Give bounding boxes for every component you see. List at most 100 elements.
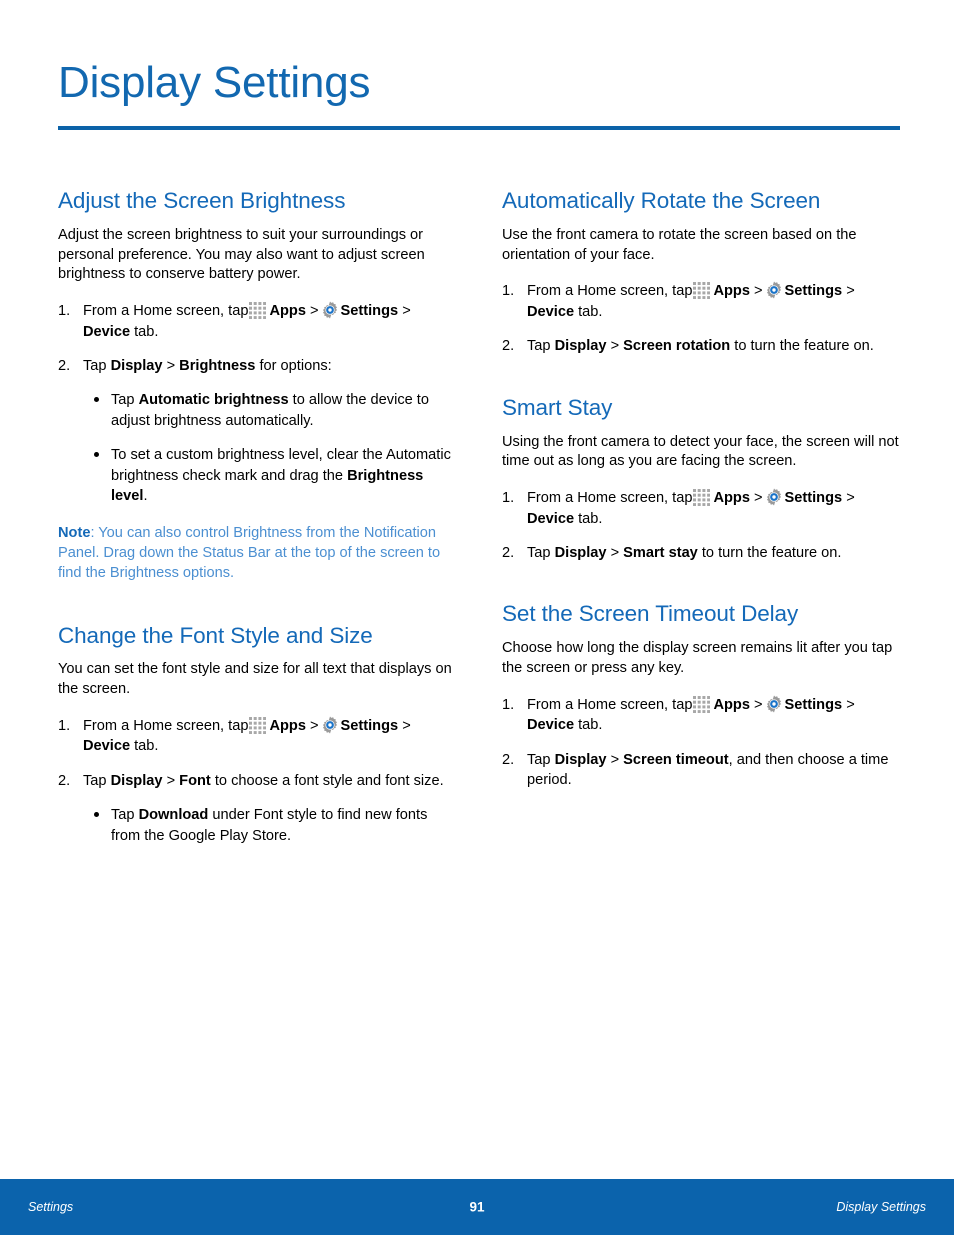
step-separator: > (610, 338, 620, 355)
bullet-list: Tap Automatic brightness to allow the de… (83, 390, 455, 506)
automatic-brightness-label: Automatic brightness (138, 392, 289, 409)
right-column: Automatically Rotate the Screen Use the … (502, 188, 899, 846)
section-set-the-screen-timeout-delay: Set the Screen Timeout Delay Choose how … (502, 601, 899, 790)
step-separator: > (310, 303, 319, 320)
step-separator: > (310, 717, 319, 734)
section-intro: Use the front camera to rotate the scree… (502, 226, 857, 263)
step-text: Tap (527, 751, 551, 768)
step-tail: to turn the feature on. (701, 544, 842, 561)
step-separator: > (166, 358, 176, 375)
footer-right-label: Display Settings (836, 1200, 926, 1214)
bullet-item: Tap Automatic brightness to allow the de… (94, 390, 455, 431)
section-automatically-rotate-the-screen: Automatically Rotate the Screen Use the … (502, 188, 899, 357)
step-tail: tab. (578, 717, 603, 734)
step-number: 1. (502, 490, 515, 507)
device-label: Device (527, 510, 575, 527)
step-text: Tap (527, 544, 551, 561)
smart-stay-label: Smart stay (623, 544, 698, 561)
step-number: 1. (58, 303, 71, 320)
step-tail: to turn the feature on. (734, 338, 874, 355)
display-label: Display (554, 544, 607, 561)
section-adjust-screen-brightness: Adjust the Screen Brightness Adjust the … (58, 188, 455, 583)
bullet-item: Tap Download under Font style to find ne… (94, 805, 455, 846)
step-separator: > (754, 696, 763, 713)
step-list: 1. From a Home screen, tap Apps > Settin… (58, 301, 455, 506)
content-columns: Adjust the Screen Brightness Adjust the … (58, 188, 900, 846)
gear-icon (321, 301, 339, 319)
section-intro: Using the front camera to detect your fa… (502, 433, 899, 470)
step-text: From a Home screen, tap (527, 283, 693, 300)
step-item: 2. Tap Display > Brightness for options: … (58, 356, 455, 506)
section-intro: Adjust the screen brightness to suit you… (58, 226, 425, 283)
step-text: From a Home screen, tap (527, 490, 693, 507)
step-number: 2. (502, 544, 515, 561)
bullet-tail: . (143, 488, 148, 505)
page-footer: Settings 91 Display Settings (0, 1179, 954, 1235)
section-heading: Smart Stay (502, 394, 613, 420)
apps-grid-icon (249, 302, 267, 320)
step-text: Tap (527, 338, 551, 355)
note-label: Note (58, 524, 91, 541)
step-tail: tab. (578, 510, 603, 527)
step-list: 1. From a Home screen, tap Apps > Settin… (502, 695, 899, 791)
step-number: 2. (58, 772, 71, 789)
display-label: Display (554, 751, 607, 768)
bullet-item: To set a custom brightness level, clear … (94, 445, 455, 506)
step-item: 2. Tap Display > Font to choose a font st… (58, 771, 455, 846)
section-intro: Choose how long the display screen remai… (502, 640, 893, 677)
settings-label: Settings (340, 717, 399, 734)
apps-label: Apps (713, 696, 750, 713)
step-tail: tab. (134, 738, 159, 755)
step-text: From a Home screen, tap (83, 303, 249, 320)
section-heading: Automatically Rotate the Screen (502, 188, 821, 213)
step-separator-2: > (846, 696, 855, 713)
step-text: Tap (83, 772, 107, 789)
section-heading: Change the Font Style and Size (58, 622, 373, 648)
bullet-text: Tap (111, 807, 135, 824)
step-number: 1. (58, 717, 71, 734)
step-separator-2: > (402, 717, 411, 734)
step-tail: tab. (578, 303, 603, 320)
document-page: Display Settings Adjust the Screen Brigh… (0, 0, 954, 1235)
settings-label: Settings (784, 696, 843, 713)
step-separator: > (166, 772, 176, 789)
apps-label: Apps (713, 283, 750, 300)
step-separator: > (754, 283, 763, 300)
title-divider (58, 126, 900, 131)
step-separator-2: > (402, 303, 411, 320)
section-heading: Adjust the Screen Brightness (58, 188, 346, 213)
step-tail: to choose a font style and font size. (214, 772, 444, 789)
bullet-list: Tap Download under Font style to find ne… (83, 805, 455, 846)
left-column: Adjust the Screen Brightness Adjust the … (58, 188, 455, 846)
step-separator: > (610, 751, 620, 768)
bullet-dot-icon (94, 812, 99, 818)
page-title: Display Settings (58, 58, 371, 107)
brightness-label: Brightness (179, 358, 256, 375)
section-intro: You can set the font style and size for … (58, 661, 452, 698)
screen-timeout-label: Screen timeout (623, 751, 729, 768)
settings-label: Settings (784, 490, 843, 507)
apps-grid-icon (693, 695, 711, 713)
display-label: Display (110, 358, 163, 375)
gear-icon (321, 716, 339, 734)
bullet-text: Tap (111, 392, 135, 409)
step-number: 1. (502, 283, 515, 300)
step-number: 1. (502, 696, 515, 713)
apps-grid-icon (693, 489, 711, 507)
device-label: Device (527, 303, 575, 320)
step-number: 2. (502, 751, 515, 768)
step-list: 1. From a Home screen, tap Apps > Settin… (58, 716, 455, 846)
screen-rotation-label: Screen rotation (623, 338, 731, 355)
apps-label: Apps (269, 303, 306, 320)
gear-icon (765, 281, 783, 299)
apps-grid-icon (693, 282, 711, 300)
step-item: 1. From a Home screen, tap Apps > Settin… (58, 716, 455, 757)
step-item: 1. From a Home screen, tap Apps > Settin… (502, 488, 899, 529)
device-label: Device (527, 717, 575, 734)
section-smart-stay: Smart Stay Using the front camera to det… (502, 395, 899, 564)
font-label: Font (179, 772, 211, 789)
step-list: 1. From a Home screen, tap Apps > Settin… (502, 488, 899, 563)
step-tail: tab. (134, 323, 159, 340)
step-number: 2. (58, 358, 71, 375)
section-heading: Set the Screen Timeout Delay (502, 601, 799, 627)
